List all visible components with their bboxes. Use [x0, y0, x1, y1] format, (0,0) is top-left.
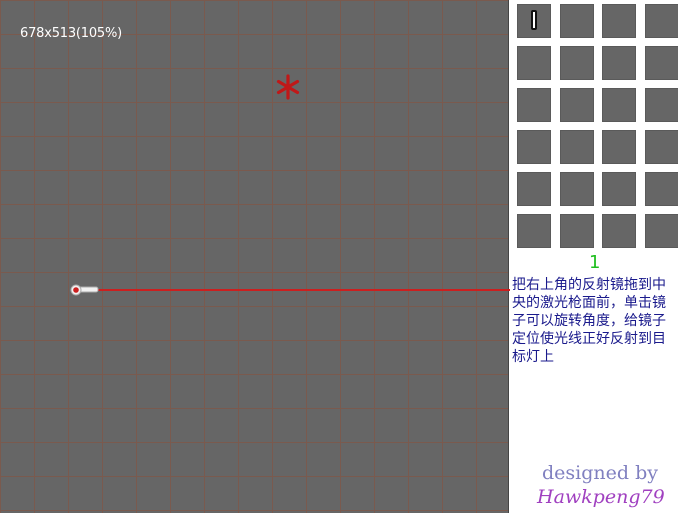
mirror-slot[interactable] [645, 130, 678, 164]
mirror-slot[interactable] [645, 46, 678, 80]
mirror-slot[interactable] [517, 88, 551, 122]
mirror-slot[interactable] [517, 4, 551, 38]
game-board[interactable] [0, 0, 509, 513]
mirror-slot[interactable] [517, 46, 551, 80]
mirror-slot[interactable] [517, 214, 551, 248]
mirror-slot[interactable] [517, 172, 551, 206]
credit-author: Hawkpeng79 [537, 486, 665, 508]
credit-designed-by: designed by [542, 462, 658, 484]
mirror-palette [509, 0, 678, 252]
mirror-slot[interactable] [560, 172, 594, 206]
mirror-slot[interactable] [645, 88, 678, 122]
size-label: 678x513(105%) [20, 26, 123, 41]
mirror-slot[interactable] [602, 130, 636, 164]
laser-beam [76, 289, 510, 291]
target-star-icon [276, 74, 300, 100]
laser-gun-icon [70, 284, 99, 296]
mirror-slot[interactable] [602, 88, 636, 122]
mirror-slot[interactable] [560, 46, 594, 80]
mirror-slot[interactable] [517, 130, 551, 164]
mirror-slot[interactable] [560, 4, 594, 38]
mirror-slot[interactable] [602, 4, 636, 38]
mirror-slot[interactable] [645, 172, 678, 206]
instructions-text: 把右上角的反射镜拖到中央的激光枪面前，单击镜子可以旋转角度，给镜子定位使光线正好… [512, 277, 666, 365]
mirror-icon[interactable] [531, 10, 537, 30]
mirror-slot[interactable] [560, 130, 594, 164]
mirror-slot[interactable] [560, 88, 594, 122]
mirror-slot[interactable] [645, 4, 678, 38]
mirror-slot[interactable] [602, 214, 636, 248]
mirror-slot[interactable] [602, 46, 636, 80]
mirror-count: 1 [589, 252, 601, 273]
mirror-slot[interactable] [645, 214, 678, 248]
mirror-slot[interactable] [602, 172, 636, 206]
mirror-slot[interactable] [560, 214, 594, 248]
